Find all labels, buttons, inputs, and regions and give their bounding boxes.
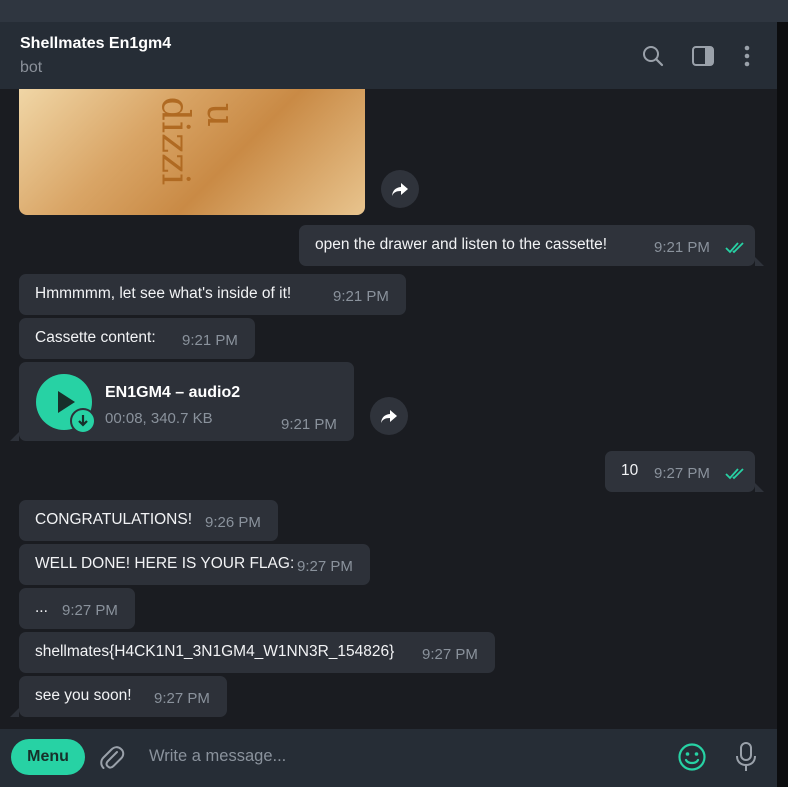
message-bubble-incoming[interactable]: CONGRATULATIONS! 9:26 PM [19,500,278,541]
read-checkmarks-icon [725,242,744,254]
message-list[interactable]: dizzi u open the drawer and listen to th… [0,89,777,729]
audio-meta: 00:08, 340.7 KB [105,410,213,427]
flag-text: shellmates{H4CK1N1_3N1GM4_W1NN3R_154826} [35,643,395,660]
read-checkmarks-icon [725,468,744,480]
audio-title: EN1GM4 – audio2 [105,384,241,401]
message-bubble-incoming[interactable]: WELL DONE! HERE IS YOUR FLAG: 9:27 PM [19,544,370,585]
more-vertical-icon[interactable] [735,44,759,68]
message-time: 9:27 PM [154,690,210,707]
microphone-icon[interactable] [734,741,758,773]
sidebar-toggle-icon[interactable] [691,44,715,68]
menu-button[interactable]: Menu [11,739,85,775]
chat-title[interactable]: Shellmates En1gm4 [20,35,171,53]
photo-message[interactable]: dizzi u [19,89,365,215]
audio-message[interactable]: EN1GM4 – audio2 00:08, 340.7 KB 9:21 PM [19,362,354,441]
message-text: open the drawer and listen to the casset… [315,236,608,253]
bubble-tail [755,257,764,266]
message-text: Hmmmmm, let see what's inside of it! [35,285,292,302]
forward-button[interactable] [381,170,419,208]
message-bubble-outgoing[interactable]: 10 9:27 PM [605,451,755,492]
search-icon[interactable] [641,44,665,68]
message-time: 9:27 PM [297,558,353,575]
message-time: 9:27 PM [422,646,478,663]
message-text: see you soon! [35,687,132,704]
window-right-edge [777,22,788,787]
window-top-strip [0,0,788,22]
bubble-tail [10,708,19,717]
message-text: ... [35,599,48,616]
forward-button[interactable] [370,397,408,435]
chat-subtitle: bot [20,59,43,76]
message-time: 9:21 PM [654,239,710,256]
bubble-tail [755,483,764,492]
message-time: 9:27 PM [654,465,710,482]
message-bubble-outgoing[interactable]: open the drawer and listen to the casset… [299,225,755,266]
message-time: 9:21 PM [182,332,238,349]
composer-bar: Menu Write a message... [0,729,777,787]
message-time: 9:27 PM [62,602,118,619]
attach-icon[interactable] [99,744,125,772]
message-text: Cassette content: [35,329,156,346]
photo-text-u: u [199,102,244,128]
message-bubble-incoming[interactable]: ... 9:27 PM [19,588,135,629]
message-input[interactable]: Write a message... [149,747,286,766]
photo-text-dizzi: dizzi [153,96,198,186]
chat-header: Shellmates En1gm4 bot [0,22,777,89]
message-bubble-incoming[interactable]: Cassette content: 9:21 PM [19,318,255,359]
message-bubble-incoming[interactable]: shellmates{H4CK1N1_3N1GM4_W1NN3R_154826}… [19,632,495,673]
message-text: CONGRATULATIONS! [35,511,193,528]
bubble-tail [10,432,19,441]
message-bubble-incoming[interactable]: Hmmmmm, let see what's inside of it! 9:2… [19,274,406,315]
message-time: 9:21 PM [333,288,389,305]
message-bubble-incoming[interactable]: see you soon! 9:27 PM [19,676,227,717]
emoji-icon[interactable] [677,742,707,772]
message-time: 9:21 PM [281,416,337,433]
message-text: 10 [621,462,639,479]
message-time: 9:26 PM [205,514,261,531]
message-text: WELL DONE! HERE IS YOUR FLAG: [35,555,295,572]
download-icon[interactable] [70,408,96,434]
